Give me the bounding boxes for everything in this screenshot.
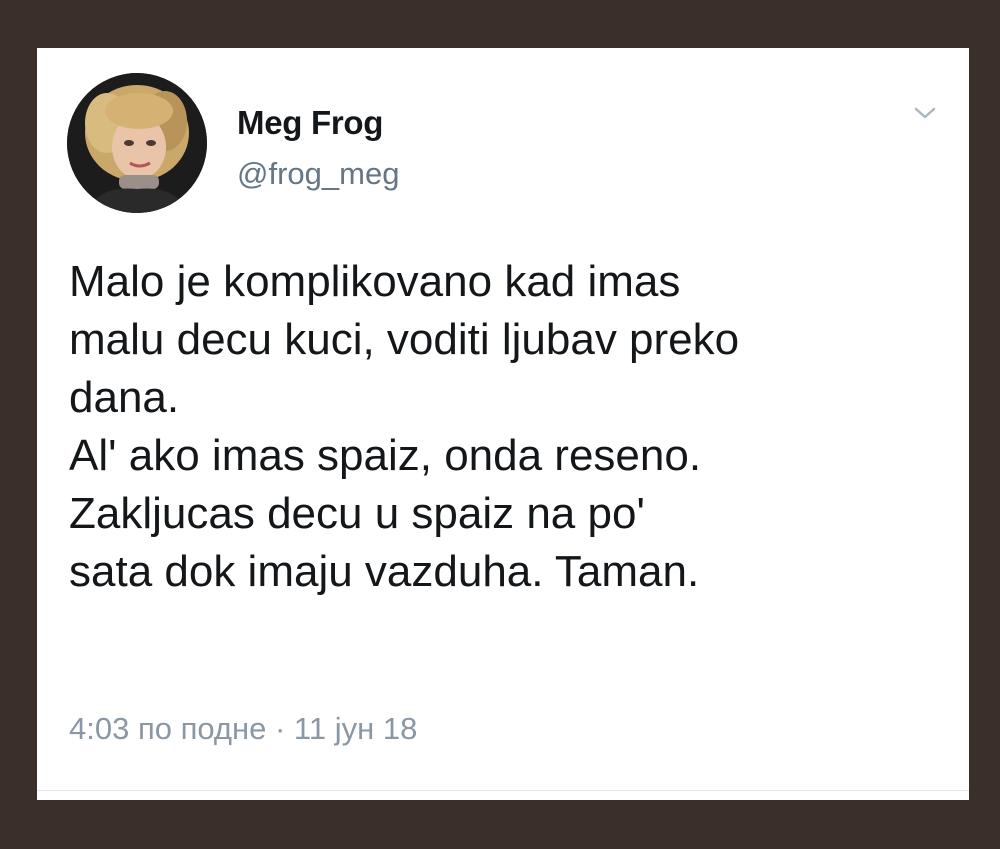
author-handle[interactable]: @frog_meg	[237, 156, 399, 192]
avatar-photo	[67, 73, 207, 213]
avatar[interactable]	[67, 73, 207, 213]
chevron-down-icon[interactable]	[913, 105, 937, 121]
tweet-text-line: malu decu kuci, voditi ljubav preko	[69, 315, 740, 364]
divider	[37, 790, 969, 791]
tweet-text-line: Zakljucas decu u spaiz na po'	[69, 489, 645, 538]
tweet-text: Malo je komplikovano kad imas malu decu …	[69, 253, 949, 601]
tweet-card: Meg Frog @frog_meg Malo je komplikovano …	[37, 48, 969, 800]
tweet-text-line: Malo je komplikovano kad imas	[69, 257, 681, 306]
author-name[interactable]: Meg Frog	[237, 104, 383, 142]
tweet-timestamp[interactable]: 4:03 по подне · 11 јун 18	[69, 711, 417, 747]
tweet-text-line: Al' ako imas spaiz, onda reseno.	[69, 431, 702, 480]
tweet-text-line: dana.	[69, 373, 180, 422]
tweet-text-line: sata dok imaju vazduha. Taman.	[69, 547, 700, 596]
